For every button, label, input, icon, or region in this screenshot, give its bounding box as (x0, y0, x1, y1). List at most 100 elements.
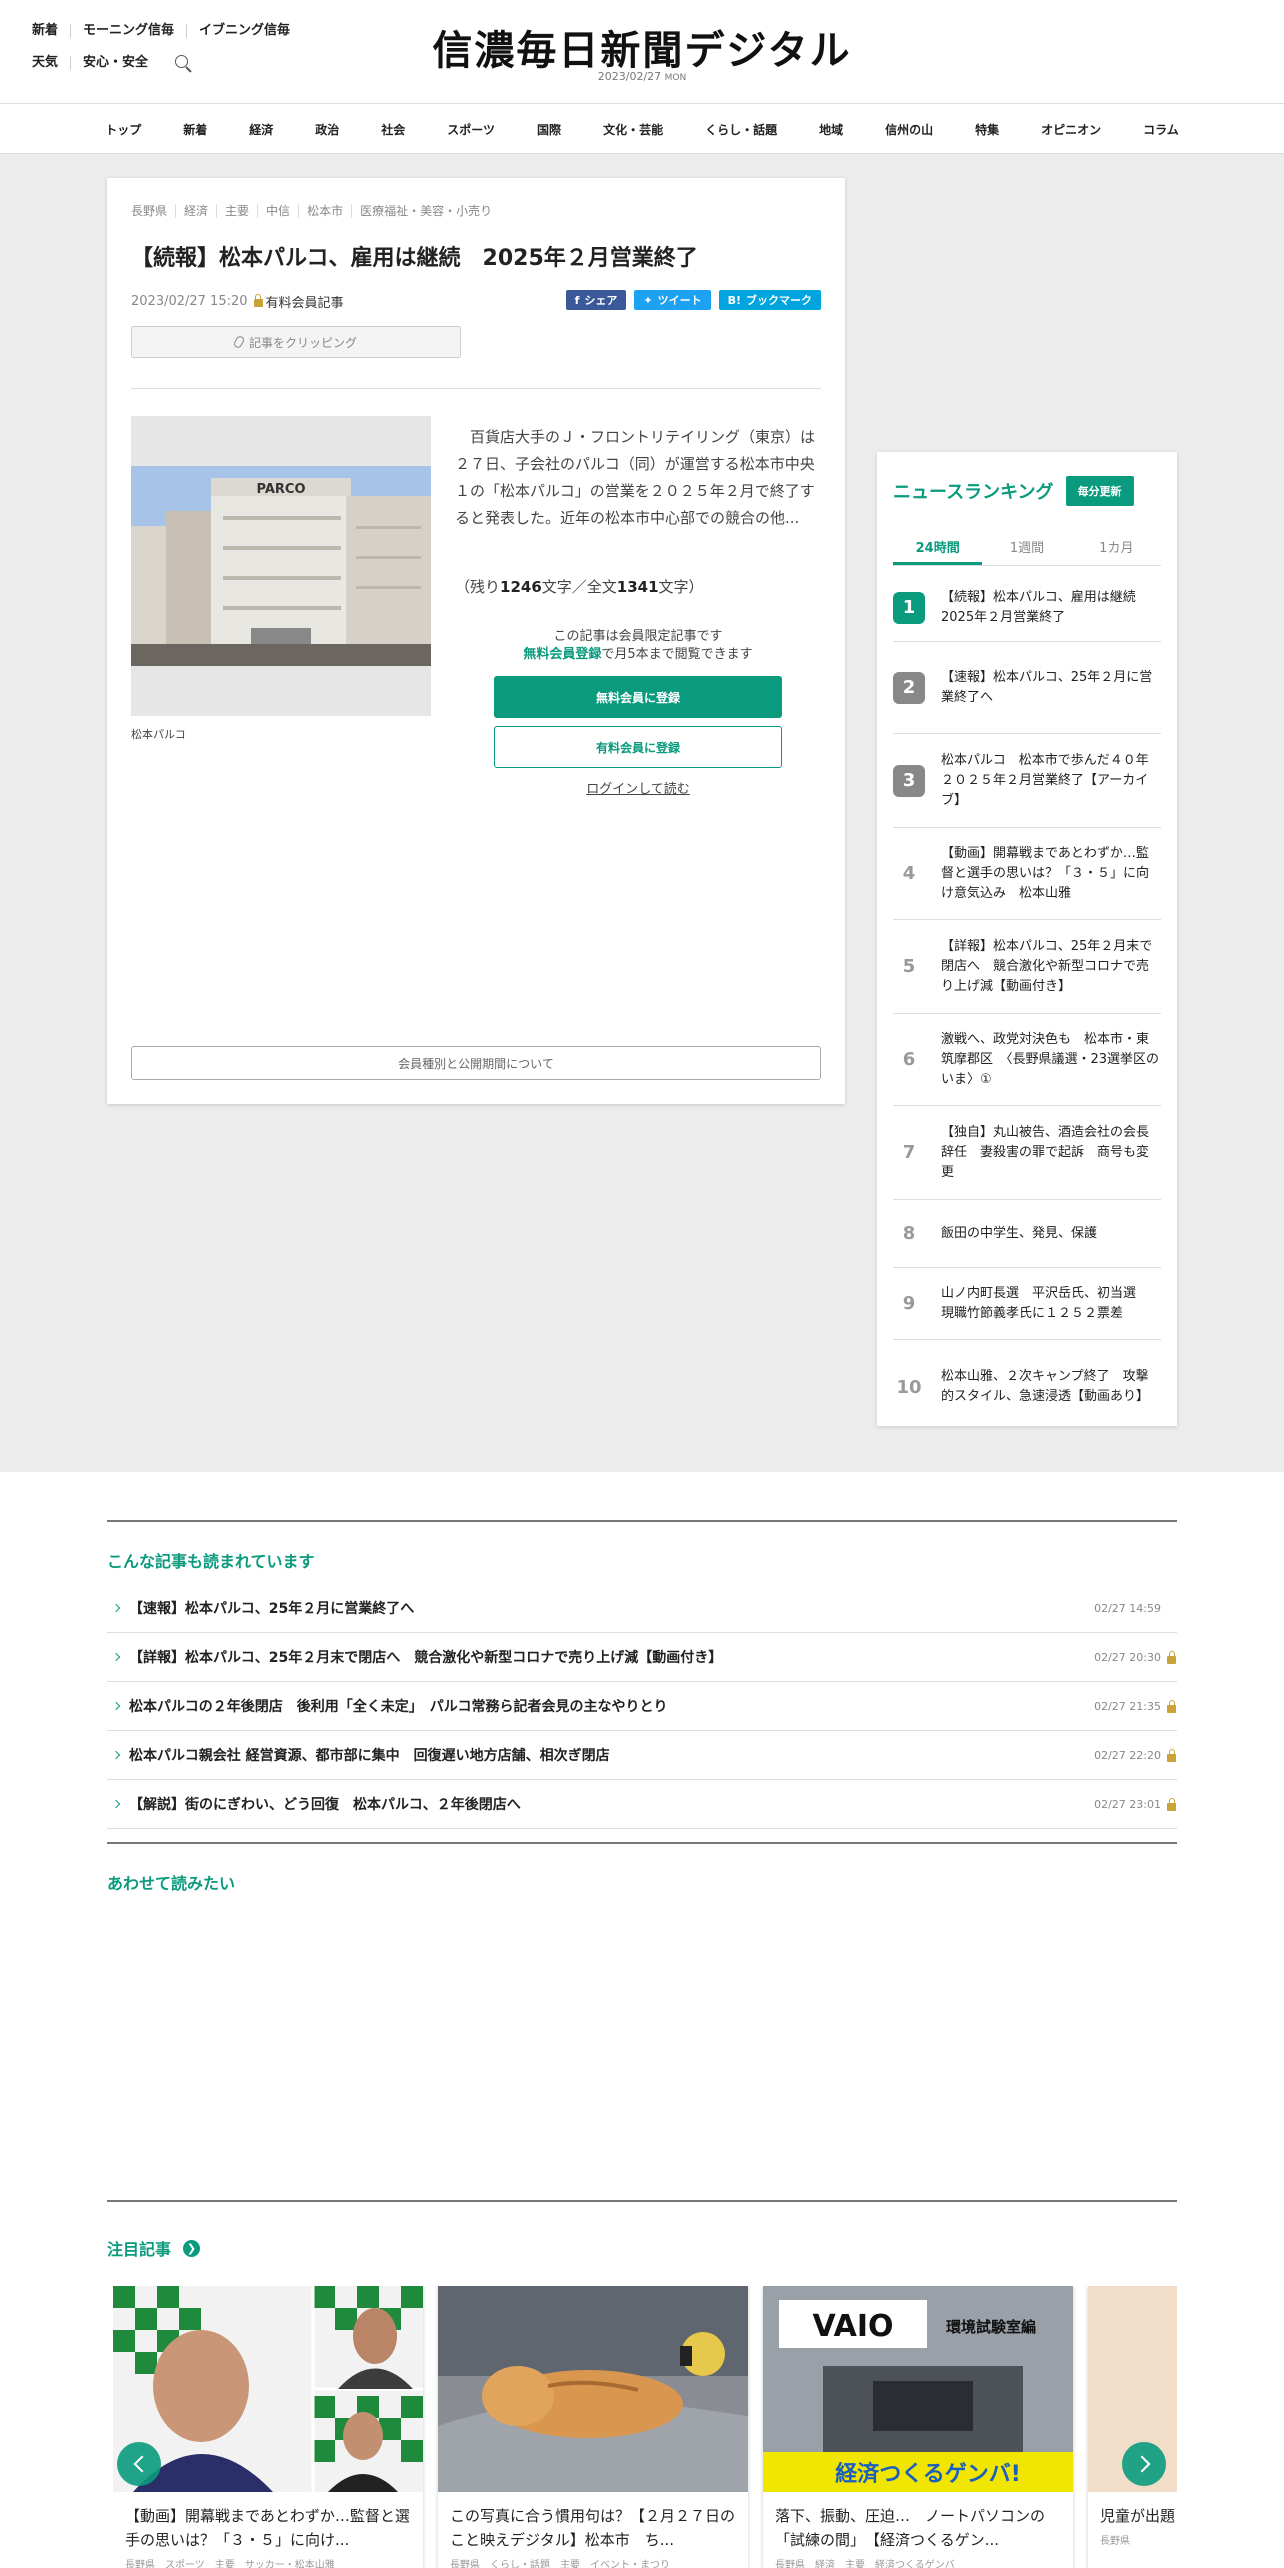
clip-article-button[interactable]: 記事をクリッピング (131, 326, 461, 358)
ranking-item-text: 【詳報】松本パルコ、25年２月末で閉店へ 競合激化や新型コロナで売り上げ減【動画… (941, 938, 1153, 994)
ranking-item[interactable]: 6 激戦へ、政党対決色も 松本市・東筑摩郡区 〈長野県議選・23選挙区のいま〉① (893, 1014, 1161, 1106)
related-article-lock-slot (1167, 1697, 1177, 1716)
tag-chushin[interactable]: 中信 (257, 204, 298, 218)
paperclip-icon (232, 334, 246, 350)
featured-card[interactable]: この写真に合う慣用句は？【２月２７日のこと映えデジタル】松本市 ち... 長野県… (438, 2286, 748, 2568)
featured-card-title: この写真に合う慣用句は？【２月２７日のこと映えデジタル】松本市 ち... (450, 2507, 736, 2549)
tag-nagano[interactable]: 長野県 (131, 204, 175, 218)
rank-number: 8 (902, 1223, 916, 1244)
tab-1week[interactable]: 1週間 (982, 532, 1071, 565)
article-lead: 百貨店大手のＪ・フロントリテイリング（東京）は２７日、子会社のパルコ（同）が運営… (455, 428, 816, 527)
hatena-bookmark-button[interactable]: B! ブックマーク (718, 290, 821, 310)
nav-item-culture[interactable]: 文化・芸能 (582, 121, 684, 138)
clip-article-label: 記事をクリッピング (248, 335, 357, 350)
rank-number: 10 (896, 1376, 922, 1398)
vaio-test-lab-image: VAIO 環境試験室編 経済つくるゲンバ! (763, 2286, 1073, 2492)
ranking-item-text: 飯田の中学生、発見、保護 (941, 1225, 1098, 1241)
tag-economy[interactable]: 経済 (175, 204, 216, 218)
ranking-item-text: 【速報】松本パルコ、25年２月に営業終了へ (941, 669, 1153, 705)
member-types-button[interactable]: 会員種別と公開期間について (131, 1046, 821, 1080)
ranking-item[interactable]: 3 松本パルコ 松本市で歩んだ４０年 ２０２５年２月営業終了【アーカイブ】 (893, 734, 1162, 828)
tag-main[interactable]: 主要 (216, 204, 257, 218)
nav-item-features[interactable]: 特集 (954, 121, 1020, 138)
news-ranking: ニュースランキング 毎分更新 24時間 1週間 1カ月 1 【続報】松本パルコ、雇… (877, 452, 1177, 1426)
carousel-next-button[interactable] (1122, 2442, 1166, 2486)
ranking-item-text: 【独自】丸山被告、酒造会社の会長辞任 妻殺害の罪で起訴 商号も変更 (941, 1124, 1150, 1180)
paid-member-signup-button[interactable]: 有料会員に登録 (494, 726, 782, 768)
related-article-item[interactable]: 【解説】街のにぎわい、どう回復 松本パルコ、２年後閉店へ 02/27 23:01 (107, 1780, 1177, 1829)
paid-article-label: 有料会員記事 (265, 296, 344, 311)
carousel-prev-button[interactable] (117, 2442, 161, 2486)
article-meta: 2023/02/27 15:20 有料会員記事 (131, 292, 344, 311)
ranking-item[interactable]: 4 【動画】開幕戦まであとわずか…監督と選手の思いは？「３・５」に向け意気込み 松… (893, 828, 1161, 920)
related-article-item[interactable]: 松本パルコ親会社 経営資源、都市部に集中 回復遅い地方店舗、相次ぎ閉店 02/27… (107, 1731, 1177, 1780)
ranking-item[interactable]: 2 【速報】松本パルコ、25年２月に営業終了へ (893, 642, 1161, 734)
tag-retail[interactable]: 医療福祉・美容・小売り (351, 204, 500, 218)
ranking-title: ニュースランキング (893, 482, 1054, 503)
remaining-prefix: （残り (455, 578, 501, 596)
related-article-item[interactable]: 【詳報】松本パルコ、25年２月末で閉店へ 競合激化や新型コロナで売り上げ減【動画… (107, 1633, 1177, 1682)
featured-section-title[interactable]: 注目記事 ❯ (107, 2236, 201, 2260)
related-article-item[interactable]: 松本パルコの２年後閉店 後利用「全く未定」 パルコ常務ら記者会見の主なやりとり 0… (107, 1682, 1177, 1731)
nav-item-opinion[interactable]: オピニオン (1020, 121, 1122, 138)
twitter-tweet-button[interactable]: ✦ ツイート (634, 290, 711, 310)
vaio-logo-text: VAIO (812, 2309, 893, 2344)
ranking-item-text: 【続報】松本パルコ、雇用は継続 2025年２月営業終了 (941, 589, 1149, 625)
ranking-item[interactable]: 8 飯田の中学生、発見、保護 (893, 1200, 1161, 1268)
nav-item-sports[interactable]: スポーツ (426, 121, 516, 138)
featured-card-title: 【動画】開幕戦まであとわずか…監督と選手の思いは？「３・５」に向け... (125, 2507, 410, 2549)
also-read-section-title: あわせて読みたい (107, 1874, 236, 1893)
featured-card-image (438, 2286, 748, 2492)
ranking-item[interactable]: 10 松本山雅、２次キャンプ終了 攻撃的スタイル、急速浸透【動画あり】 (893, 1340, 1161, 1434)
rank-number: 4 (902, 863, 916, 884)
article-datetime: 2023/02/27 15:20 (131, 294, 248, 309)
related-article-item[interactable]: 【速報】松本パルコ、25年２月に営業終了へ 02/27 14:59 (107, 1584, 1177, 1633)
nav-item-region[interactable]: 地域 (798, 121, 864, 138)
arrow-right-circle-icon: ❯ (183, 2239, 201, 2257)
article-photo[interactable]: PARCO (131, 416, 431, 716)
genba-label-text: 経済つくるゲンバ! (835, 2461, 1021, 2487)
section-divider (107, 1842, 1177, 1844)
facebook-share-button[interactable]: f シェア (565, 290, 627, 310)
featured-card[interactable]: 【動画】開幕戦まであとわずか…監督と選手の思いは？「３・５」に向け... 長野県… (113, 2286, 423, 2568)
featured-card[interactable]: 児童が出題 裏は？ 長野県 (1088, 2286, 1177, 2568)
total-count: 1341 (616, 578, 659, 596)
rank-number: 2 (893, 671, 925, 704)
ranking-item[interactable]: 7 【独自】丸山被告、酒造会社の会長辞任 妻殺害の罪で起訴 商号も変更 (893, 1106, 1161, 1200)
nav-item-column[interactable]: コラム (1122, 121, 1200, 138)
ranking-update-badge: 毎分更新 (1065, 476, 1134, 506)
nav-item-society[interactable]: 社会 (360, 121, 426, 138)
featured-card[interactable]: VAIO 環境試験室編 経済つくるゲンバ! 落下、振動、圧迫… ノートパソコンの… (763, 2286, 1073, 2568)
free-member-signup-button[interactable]: 無料会員に登録 (494, 676, 782, 718)
ranking-item[interactable]: 5 【詳報】松本パルコ、25年２月末で閉店へ 競合激化や新型コロナで売り上げ減【動… (893, 920, 1161, 1014)
nav-item-new[interactable]: 新着 (162, 121, 228, 138)
nav-item-economy[interactable]: 経済 (228, 121, 294, 138)
paid-article-badge: 有料会員記事 (253, 292, 344, 311)
free-signup-link[interactable]: 無料会員登録 (523, 647, 601, 662)
chevron-right-icon (111, 1603, 121, 1613)
tab-1month[interactable]: 1カ月 (1072, 532, 1161, 565)
site-logo[interactable]: 信濃毎日新聞デジタル (0, 18, 1284, 76)
rank-number: 9 (902, 1293, 916, 1314)
ranking-item[interactable]: 9 山ノ内町長選 平沢岳氏、初当選 現職竹節義孝氏に１２５２票差 (893, 1268, 1161, 1340)
hatena-bookmark-label: ブックマーク (746, 294, 812, 307)
paywall-notice: この記事は会員限定記事です 無料会員登録で月5本まで閲覧できます (493, 628, 783, 664)
login-to-read-link[interactable]: ログインして読む (494, 778, 782, 797)
rank-number: 7 (902, 1142, 916, 1163)
header-weekday: MON (664, 73, 687, 83)
nav-item-politics[interactable]: 政治 (294, 121, 360, 138)
nav-item-international[interactable]: 国際 (516, 121, 582, 138)
tab-24h[interactable]: 24時間 (893, 532, 983, 565)
chevron-right-icon (111, 1701, 121, 1711)
nav-item-mountains[interactable]: 信州の山 (864, 121, 954, 138)
ranking-header: ニュースランキング 毎分更新 (893, 476, 1134, 506)
article-card: 長野県 経済 主要 中信 松本市 医療福祉・美容・小売り 【続報】松本パルコ、雇… (107, 178, 845, 1104)
divider (131, 388, 821, 389)
related-article-time: 02/27 22:20 (1094, 1748, 1161, 1762)
nav-item-life[interactable]: くらし・話題 (684, 121, 798, 138)
nav-item-top[interactable]: トップ (84, 121, 162, 138)
article-title: 【続報】松本パルコ、雇用は継続 2025年２月営業終了 (131, 246, 698, 271)
featured-title-text: 注目記事 (107, 2240, 172, 2259)
ranking-item[interactable]: 1 【続報】松本パルコ、雇用は継続 2025年２月営業終了 (893, 574, 1161, 642)
tag-matsumoto[interactable]: 松本市 (298, 204, 351, 218)
